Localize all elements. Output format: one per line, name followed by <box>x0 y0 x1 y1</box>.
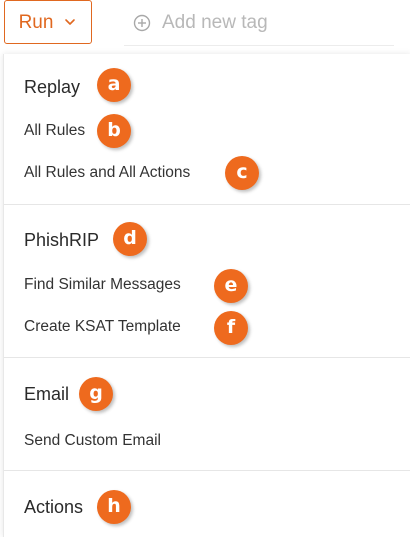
menu-section-email: Email g Send Custom Email <box>4 357 410 470</box>
callout-badge-f: f <box>214 311 248 345</box>
add-tag-field[interactable] <box>124 0 394 46</box>
section-heading-phishrip: PhishRIP <box>24 230 100 250</box>
menu-item-send-custom-email[interactable]: Send Custom Email <box>24 432 161 450</box>
callout-badge-e: e <box>214 269 248 303</box>
chevron-down-icon <box>63 15 77 29</box>
menu-section-replay: Replay a All Rules b All Rules and All A… <box>4 54 410 204</box>
menu-item-find-similar-messages[interactable]: Find Similar Messages <box>24 276 181 294</box>
section-heading-replay: Replay <box>24 77 81 97</box>
section-heading-actions: Actions <box>24 497 84 517</box>
callout-badge-g: g <box>79 377 113 411</box>
page: Run Replay a All Rules b All Rules and A… <box>0 0 410 537</box>
callout-badge-c: c <box>225 156 259 190</box>
callout-badge-d: d <box>113 222 147 256</box>
section-heading-email: Email <box>24 384 70 404</box>
menu-section-phishrip: PhishRIP d Find Similar Messages e Creat… <box>4 204 410 357</box>
menu-item-all-rules[interactable]: All Rules <box>24 122 85 140</box>
callout-badge-h: h <box>97 490 131 524</box>
run-dropdown-menu: Replay a All Rules b All Rules and All A… <box>3 54 410 537</box>
run-button[interactable]: Run <box>4 0 92 44</box>
callout-badge-b: b <box>97 114 131 148</box>
add-circle-icon[interactable] <box>132 13 152 33</box>
run-button-label: Run <box>18 11 54 33</box>
menu-item-create-ksat-template[interactable]: Create KSAT Template <box>24 318 181 336</box>
menu-section-actions: Actions h <box>4 470 410 537</box>
callout-badge-a: a <box>97 68 131 102</box>
menu-item-all-rules-and-actions[interactable]: All Rules and All Actions <box>24 164 190 182</box>
add-tag-input[interactable] <box>162 11 382 34</box>
